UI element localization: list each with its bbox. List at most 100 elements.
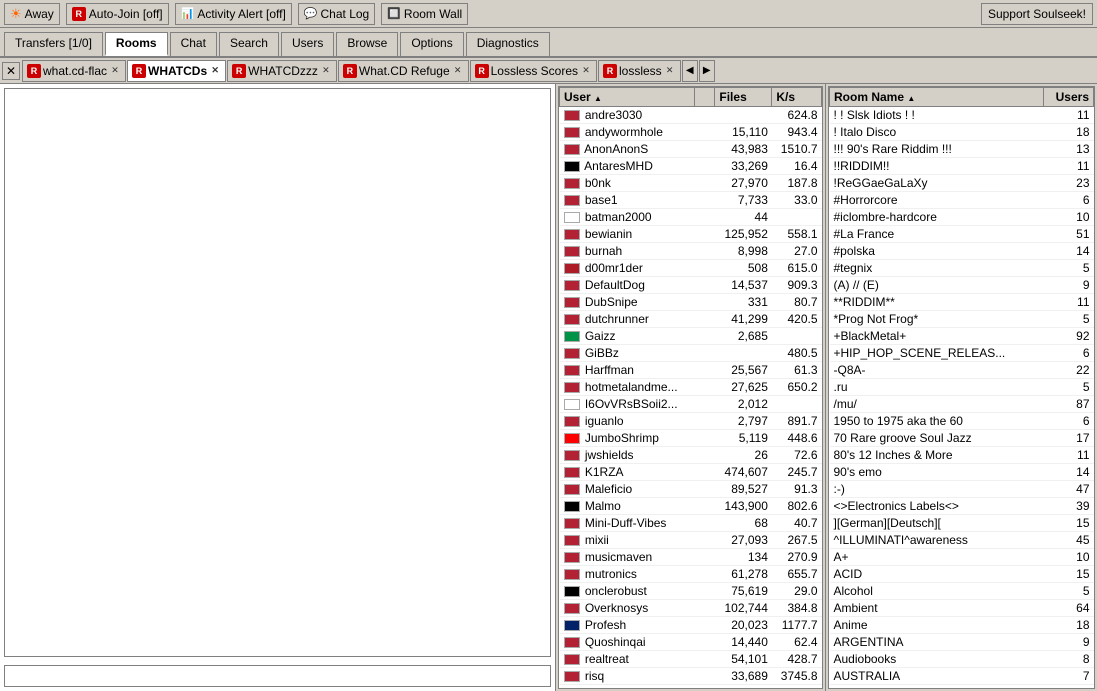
- room-tab-1[interactable]: R WHATCDs ✕: [127, 60, 226, 82]
- support-button[interactable]: Support Soulseek!: [981, 3, 1093, 25]
- room-wall-button[interactable]: 🔲 Room Wall: [381, 3, 468, 25]
- chat-input[interactable]: [4, 665, 551, 687]
- tab-browse[interactable]: Browse: [336, 32, 398, 56]
- table-row[interactable]: GiBBz 480.5: [560, 345, 822, 362]
- table-row[interactable]: Rowdy Roddy ... 950 495.2: [560, 685, 822, 690]
- table-row[interactable]: base1 7,733 33.0: [560, 192, 822, 209]
- table-row[interactable]: andywormhole 15,110 943.4: [560, 124, 822, 141]
- table-row[interactable]: Maleficio 89,527 91.3: [560, 481, 822, 498]
- table-row[interactable]: mutronics 61,278 655.7: [560, 566, 822, 583]
- list-item[interactable]: :-) 47: [830, 481, 1094, 498]
- table-row[interactable]: I6OvVRsBSoii2... 2,012: [560, 396, 822, 413]
- room-tab-5[interactable]: R lossless ✕: [598, 60, 681, 82]
- table-row[interactable]: jwshields 26 72.6: [560, 447, 822, 464]
- list-item[interactable]: Audiobooks 8: [830, 651, 1094, 668]
- table-row[interactable]: Gaizz 2,685: [560, 328, 822, 345]
- list-item[interactable]: !!! 90's Rare Riddim !!! 13: [830, 141, 1094, 158]
- users-col-flag[interactable]: [695, 88, 715, 107]
- table-row[interactable]: onclerobust 75,619 29.0: [560, 583, 822, 600]
- list-item[interactable]: !ReGGaeGaLaXy 23: [830, 175, 1094, 192]
- list-item[interactable]: #tegnix 5: [830, 260, 1094, 277]
- list-item[interactable]: *Prog Not Frog* 5: [830, 311, 1094, 328]
- room-tab-0[interactable]: R what.cd-flac ✕: [22, 60, 126, 82]
- list-item[interactable]: ! Italo Disco 18: [830, 124, 1094, 141]
- table-row[interactable]: burnah 8,998 27.0: [560, 243, 822, 260]
- table-row[interactable]: realtreat 54,101 428.7: [560, 651, 822, 668]
- list-item[interactable]: <>Electronics Labels<> 39: [830, 498, 1094, 515]
- tab-transfers[interactable]: Transfers [1/0]: [4, 32, 103, 56]
- table-row[interactable]: Profesh 20,023 1177.7: [560, 617, 822, 634]
- users-col-ks[interactable]: K/s: [772, 88, 822, 107]
- list-item[interactable]: (A) // (E) 9: [830, 277, 1094, 294]
- room-tab-2[interactable]: R WHATCDzzz ✕: [227, 60, 337, 82]
- list-item[interactable]: ACID 15: [830, 566, 1094, 583]
- table-row[interactable]: DubSnipe 331 80.7: [560, 294, 822, 311]
- table-row[interactable]: andre3030 624.8: [560, 107, 822, 124]
- room-col-name[interactable]: Room Name ▲: [830, 88, 1044, 107]
- tab-users[interactable]: Users: [281, 32, 334, 56]
- table-row[interactable]: AntaresMHD 33,269 16.4: [560, 158, 822, 175]
- table-row[interactable]: musicmaven 134 270.9: [560, 549, 822, 566]
- list-item[interactable]: 90's emo 14: [830, 464, 1094, 481]
- room-tab-close-1[interactable]: ✕: [209, 65, 221, 77]
- tab-chat[interactable]: Chat: [170, 32, 217, 56]
- room-tab-close-2[interactable]: ✕: [320, 65, 332, 77]
- room-tab-3[interactable]: R What.CD Refuge ✕: [338, 60, 469, 82]
- list-item[interactable]: -Q8A- 22: [830, 362, 1094, 379]
- list-item[interactable]: ARGENTINA 9: [830, 634, 1094, 651]
- room-list-table[interactable]: Room Name ▲ Users ! ! Slsk Idiots ! ! 11…: [828, 86, 1095, 689]
- room-tab-4[interactable]: R Lossless Scores ✕: [470, 60, 597, 82]
- list-item[interactable]: 80's 12 Inches & More 11: [830, 447, 1094, 464]
- tab-diagnostics[interactable]: Diagnostics: [466, 32, 550, 56]
- table-row[interactable]: mixii 27,093 267.5: [560, 532, 822, 549]
- table-row[interactable]: batman2000 44: [560, 209, 822, 226]
- users-table[interactable]: User ▲ Files K/s andre3030 624.8 andywor…: [558, 86, 823, 689]
- list-item[interactable]: #La France 51: [830, 226, 1094, 243]
- room-tab-close-3[interactable]: ✕: [452, 65, 464, 77]
- table-row[interactable]: dutchrunner 41,299 420.5: [560, 311, 822, 328]
- room-tab-close-5[interactable]: ✕: [664, 65, 676, 77]
- list-item[interactable]: #polska 14: [830, 243, 1094, 260]
- table-row[interactable]: Overknosys 102,744 384.8: [560, 600, 822, 617]
- tab-rooms[interactable]: Rooms: [105, 32, 168, 56]
- list-item[interactable]: +HIP_HOP_SCENE_RELEAS... 6: [830, 345, 1094, 362]
- room-tab-close-0[interactable]: ✕: [109, 65, 121, 77]
- list-item[interactable]: #Horrorcore 6: [830, 192, 1094, 209]
- table-row[interactable]: AnonAnonS 43,983 1510.7: [560, 141, 822, 158]
- list-item[interactable]: **RIDDIM** 11: [830, 294, 1094, 311]
- table-row[interactable]: Mini-Duff-Vibes 68 40.7: [560, 515, 822, 532]
- list-item[interactable]: Anime 18: [830, 617, 1094, 634]
- tab-options[interactable]: Options: [400, 32, 463, 56]
- away-button[interactable]: ☀ Away: [4, 3, 60, 25]
- table-row[interactable]: K1RZA 474,607 245.7: [560, 464, 822, 481]
- list-item[interactable]: 1950 to 1975 aka the 60 6: [830, 413, 1094, 430]
- list-item[interactable]: +BlackMetal+ 92: [830, 328, 1094, 345]
- list-item[interactable]: A+ 10: [830, 549, 1094, 566]
- table-row[interactable]: iguanlo 2,797 891.7: [560, 413, 822, 430]
- list-item[interactable]: 70 Rare groove Soul Jazz 17: [830, 430, 1094, 447]
- table-row[interactable]: JumboShrimp 5,119 448.6: [560, 430, 822, 447]
- room-col-users[interactable]: Users: [1043, 88, 1093, 107]
- table-row[interactable]: d00mr1der 508 615.0: [560, 260, 822, 277]
- users-col-user[interactable]: User ▲: [560, 88, 695, 107]
- list-item[interactable]: ! ! Slsk Idiots ! ! 11: [830, 107, 1094, 124]
- list-item[interactable]: Avantgarde 13: [830, 685, 1094, 690]
- table-row[interactable]: Harffman 25,567 61.3: [560, 362, 822, 379]
- list-item[interactable]: Ambient 64: [830, 600, 1094, 617]
- list-item[interactable]: .ru 5: [830, 379, 1094, 396]
- table-row[interactable]: Quoshinqai 14,440 62.4: [560, 634, 822, 651]
- nav-next-button[interactable]: ▶: [699, 60, 715, 82]
- users-col-files[interactable]: Files: [715, 88, 772, 107]
- table-row[interactable]: hotmetalandme... 27,625 650.2: [560, 379, 822, 396]
- table-row[interactable]: Malmo 143,900 802.6: [560, 498, 822, 515]
- room-tab-close-4[interactable]: ✕: [580, 65, 592, 77]
- list-item[interactable]: !!RIDDIM!! 11: [830, 158, 1094, 175]
- list-item[interactable]: #iclombre-hardcore 10: [830, 209, 1094, 226]
- autojoin-button[interactable]: R Auto-Join [off]: [66, 3, 169, 25]
- table-row[interactable]: bewianin 125,952 558.1: [560, 226, 822, 243]
- table-row[interactable]: risq 33,689 3745.8: [560, 668, 822, 685]
- activity-alert-button[interactable]: 📊 Activity Alert [off]: [175, 3, 292, 25]
- chat-log-button[interactable]: 💬 Chat Log: [298, 3, 375, 25]
- list-item[interactable]: ][German][Deutsch][ 15: [830, 515, 1094, 532]
- table-row[interactable]: b0nk 27,970 187.8: [560, 175, 822, 192]
